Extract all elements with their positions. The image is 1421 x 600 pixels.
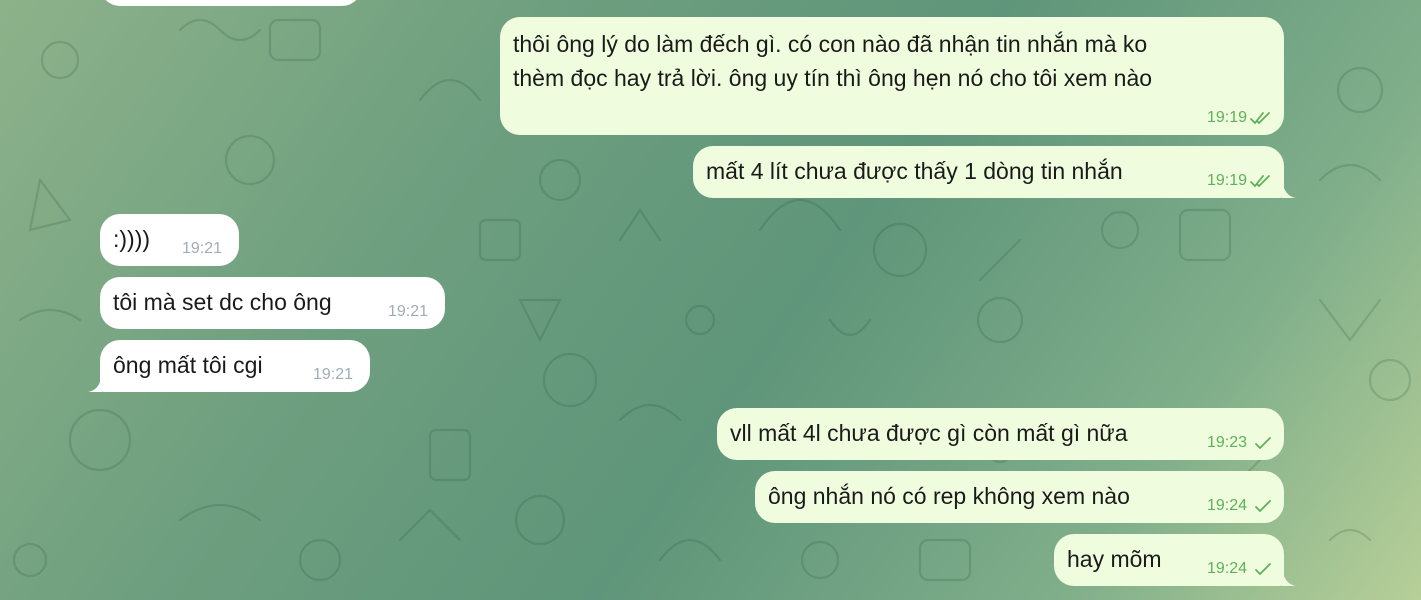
message-bubble-incoming[interactable]: :)))) 19:21 xyxy=(100,214,239,266)
message-text: hay mõm xyxy=(1067,546,1162,572)
message-meta: 19:24 xyxy=(1207,560,1274,578)
bubble-tail xyxy=(1282,180,1296,198)
check-icon xyxy=(1255,437,1271,450)
bubble-tail xyxy=(88,374,102,392)
previous-message-bubble-edge xyxy=(100,0,362,6)
message-bubble-outgoing[interactable]: hay mõm 19:24 xyxy=(1054,534,1296,586)
message-time: 19:21 xyxy=(387,303,428,320)
message-time: 19:21 xyxy=(181,240,222,257)
message-bubble-outgoing[interactable]: thôi ông lý do làm đếch gì. có con nào đ… xyxy=(500,17,1284,135)
message-meta: 19:21 xyxy=(388,303,428,321)
message-text: ông nhắn nó có rep không xem nào xyxy=(768,483,1130,509)
message-text: vll mất 4l chưa được gì còn mất gì nữa xyxy=(730,420,1128,446)
message-text: ông mất tôi cgi xyxy=(113,352,263,378)
message-meta: 19:21 xyxy=(182,240,222,258)
message-time: 19:24 xyxy=(1206,497,1247,514)
message-text: :)))) xyxy=(113,226,151,252)
message-text: tôi mà set dc cho ông xyxy=(113,289,332,315)
check-icon xyxy=(1255,500,1271,513)
message-text: mất 4 lít chưa được thấy 1 dòng tin nhắn xyxy=(706,158,1123,184)
message-text-line: thèm đọc hay trả lời. ông uy tín thì ông… xyxy=(513,65,1153,91)
message-bubble-incoming[interactable]: ông mất tôi cgi 19:21 xyxy=(88,340,370,392)
double-check-icon xyxy=(1250,112,1270,125)
message-time: 19:24 xyxy=(1206,560,1247,577)
message-time: 19:21 xyxy=(312,366,353,383)
message-time: 19:23 xyxy=(1206,434,1247,451)
bubble-tail xyxy=(1282,568,1296,586)
message-bubble-outgoing[interactable]: vll mất 4l chưa được gì còn mất gì nữa 1… xyxy=(717,408,1284,460)
message-meta: 19:21 xyxy=(313,366,353,384)
check-icon xyxy=(1255,563,1271,576)
message-meta: 19:24 xyxy=(1207,497,1274,515)
message-text-line: thôi ông lý do làm đếch gì. có con nào đ… xyxy=(513,31,1148,57)
message-bubble-incoming[interactable]: tôi mà set dc cho ông 19:21 xyxy=(100,277,445,329)
message-bubble-outgoing[interactable]: mất 4 lít chưa được thấy 1 dòng tin nhắn… xyxy=(693,146,1296,198)
message-time: 19:19 xyxy=(1206,109,1247,126)
double-check-icon xyxy=(1250,175,1270,188)
message-text: thôi ông lý do làm đếch gì. có con nào đ… xyxy=(513,27,1152,95)
message-meta: 19:19 xyxy=(1207,109,1274,127)
message-time: 19:19 xyxy=(1206,172,1247,189)
message-meta: 19:23 xyxy=(1207,434,1274,452)
message-bubble-outgoing[interactable]: ông nhắn nó có rep không xem nào 19:24 xyxy=(755,471,1284,523)
message-meta: 19:19 xyxy=(1207,172,1274,190)
